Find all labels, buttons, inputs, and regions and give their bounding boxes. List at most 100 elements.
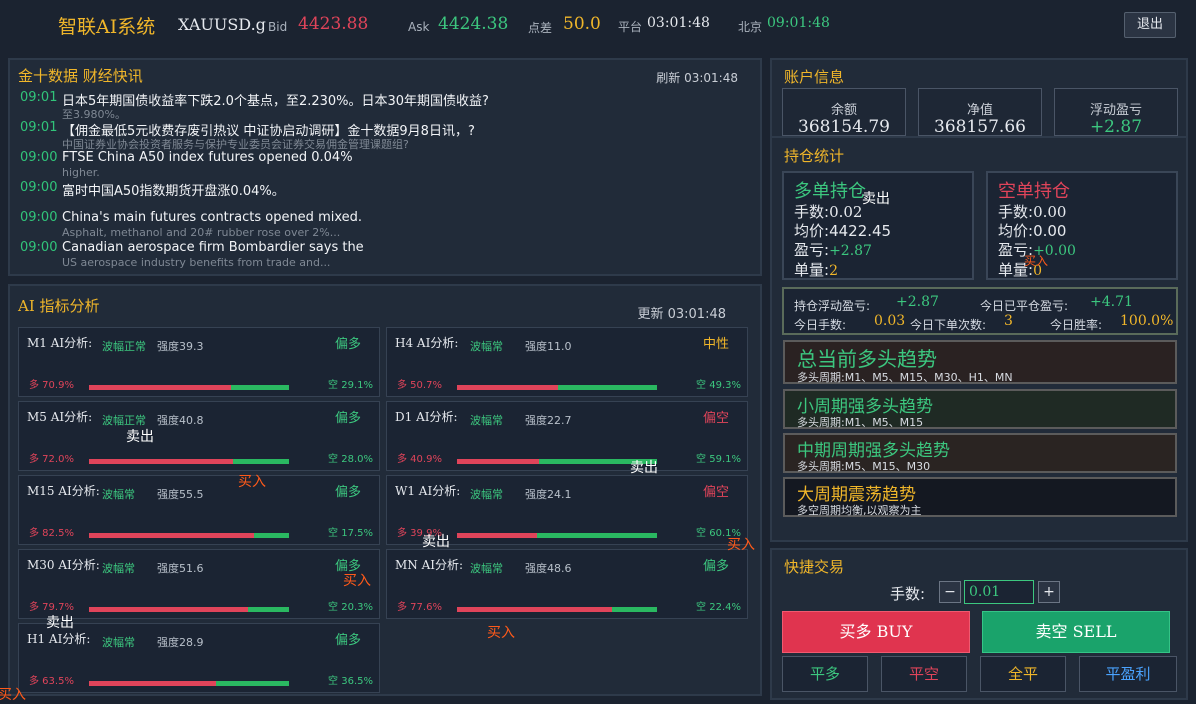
float-pnl-value: +2.87 <box>1089 117 1143 137</box>
ai-card-timeframe: H1 AI分析: <box>27 632 91 646</box>
ai-card-bias: 偏多 <box>702 559 729 574</box>
platform-label: 平台 <box>618 20 643 34</box>
buy-marker: 买入 <box>727 537 755 553</box>
ai-card-bias: 偏空 <box>702 485 729 500</box>
ai-card-strength: 强度24.1 <box>525 488 572 501</box>
float-pnl-box: 浮动盈亏 +2.87 <box>1054 88 1178 137</box>
beijing-time: 09:01:48 <box>767 15 830 31</box>
ai-card-timeframe: MN AI分析: <box>395 558 464 572</box>
ai-card-long-fill <box>457 607 613 612</box>
trend-short-term: 小周期强多头趋势 多头周期:M1、M5、M15 <box>783 389 1177 429</box>
long-avg-value: 4422.45 <box>829 222 892 240</box>
buy-marker: 买入 <box>343 573 371 589</box>
ai-card-long-pct: 多 63.5% <box>29 676 74 687</box>
short-avg-row: 均价:0.00 <box>998 220 1066 241</box>
ai-card-short-pct: 空 28.0% <box>328 454 373 465</box>
ai-card-wave: 波幅常 <box>102 562 135 575</box>
news-time: 09:00 <box>20 240 58 255</box>
bid-value: 4423.88 <box>298 14 369 34</box>
float-pnl-label: 浮动盈亏 <box>1089 103 1142 118</box>
buy-marker: 买入 <box>238 474 266 490</box>
summary-winrate-value: 100.0% <box>1120 313 1174 329</box>
ai-card-long-fill <box>89 459 233 464</box>
ai-card-timeframe: H4 AI分析: <box>395 336 459 350</box>
close-short-button[interactable]: 平空 <box>881 656 967 692</box>
sell-button[interactable]: 卖空 SELL <box>982 611 1170 653</box>
ai-card: M5 AI分析: 波幅正常 强度40.8 偏多多 72.0% 空 28.0% <box>18 401 380 471</box>
ai-card-long-pct: 多 79.7% <box>29 602 74 613</box>
positions-title: 持仓统计 <box>784 147 845 165</box>
ai-card-long-fill <box>89 607 249 612</box>
ai-card-long-pct: 多 50.7% <box>397 380 442 391</box>
news-refresh-time: 刷新 03:01:48 <box>656 71 738 85</box>
equity-value: 368157.66 <box>934 117 1026 137</box>
ai-card-short-pct: 空 20.3% <box>328 602 373 613</box>
logout-button[interactable]: 退出 <box>1124 12 1176 38</box>
ai-card-bias: 偏多 <box>334 485 361 500</box>
short-avg-label: 均价: <box>998 222 1034 240</box>
ai-card-long-fill <box>89 533 254 538</box>
ai-card-ratio-bar <box>89 533 289 538</box>
ai-card-bias: 偏多 <box>334 633 361 648</box>
spread-label: 点差 <box>528 21 553 35</box>
long-pnl-row: 盈亏:+2.87 <box>794 239 872 260</box>
sell-marker: 卖出 <box>46 615 74 631</box>
short-avg-value: 0.00 <box>1033 222 1067 240</box>
ai-card-long-fill <box>457 385 559 390</box>
ai-card-long-fill <box>89 385 231 390</box>
short-position-title: 空单持仓 <box>998 181 1070 202</box>
sell-marker: 卖出 <box>862 191 890 207</box>
ai-card-ratio-bar <box>89 607 289 612</box>
long-pnl-label: 盈亏: <box>794 241 830 259</box>
trend-long-term: 大周期震荡趋势 多空周期均衡,以观察为主 <box>783 477 1177 517</box>
buy-marker: 买入 <box>1024 254 1049 268</box>
lots-decrement-button[interactable]: − <box>939 581 961 603</box>
ai-card-wave: 波幅常 <box>470 562 503 575</box>
balance-label: 余额 <box>830 103 857 118</box>
ai-card-wave: 波幅常 <box>102 488 135 501</box>
ai-card: MN AI分析: 波幅常 强度48.6 偏多多 77.6% 空 22.4% <box>386 549 748 619</box>
app-title: 智联AI系统 <box>58 16 156 38</box>
ai-card-wave: 波幅正常 <box>102 340 146 353</box>
summary-orders-label: 今日下单次数: <box>910 318 987 332</box>
ai-card-long-fill <box>457 459 539 464</box>
ai-card-ratio-bar <box>89 459 289 464</box>
trend-long-term-periods: 多空周期均衡,以观察为主 <box>797 504 922 517</box>
trend-short-term-periods: 多头周期:M1、M5、M15 <box>797 416 924 429</box>
trend-overall: 总当前多头趋势 多头周期:M1、M5、M15、M30、H1、MN <box>783 340 1177 384</box>
ai-card-short-pct: 空 59.1% <box>696 454 741 465</box>
close-profit-button[interactable]: 平盈利 <box>1079 656 1177 692</box>
lots-increment-button[interactable]: + <box>1038 581 1060 603</box>
short-lots-value: 0.00 <box>1033 203 1067 221</box>
ai-card-long-fill <box>89 681 216 686</box>
ai-card-short-pct: 空 36.5% <box>328 676 373 687</box>
ai-card-bias: 偏多 <box>334 337 361 352</box>
balance-box: 余额 368154.79 <box>782 88 906 137</box>
ai-card-wave: 波幅常 <box>470 488 503 501</box>
buy-marker: 买入 <box>0 687 26 703</box>
ai-card-strength: 强度40.8 <box>157 414 204 427</box>
close-all-button[interactable]: 全平 <box>980 656 1066 692</box>
news-time: 09:00 <box>20 150 58 165</box>
news-headline: China's main futures contracts opened mi… <box>62 210 363 225</box>
summary-orders-value: 3 <box>1004 313 1013 329</box>
long-avg-label: 均价: <box>794 222 830 240</box>
trend-overall-periods: 多头周期:M1、M5、M15、M30、H1、MN <box>797 371 1013 384</box>
summary-winrate-label: 今日胜率: <box>1050 318 1103 332</box>
ai-card-long-pct: 多 72.0% <box>29 454 74 465</box>
long-count-value: 2 <box>829 263 838 279</box>
summary-closed-label: 今日已平仓盈亏: <box>980 299 1069 313</box>
summary-closed-value: +4.71 <box>1090 294 1133 310</box>
news-headline: 日本5年期国债收益率下跌2.0个基点，至2.230%。日本30年期国债收益? <box>62 94 489 109</box>
ai-card-strength: 强度39.3 <box>157 340 204 353</box>
trend-overall-title: 总当前多头趋势 <box>797 347 937 371</box>
ask-value: 4424.38 <box>438 14 509 34</box>
ai-card-ratio-bar <box>457 385 657 390</box>
platform-time: 03:01:48 <box>647 15 710 31</box>
close-long-button[interactable]: 平多 <box>782 656 868 692</box>
lots-input[interactable] <box>964 580 1034 604</box>
ai-card: M1 AI分析: 波幅正常 强度39.3 偏多多 70.9% 空 29.1% <box>18 327 380 397</box>
buy-button[interactable]: 买多 BUY <box>782 611 970 653</box>
summary-float-row: 持仓浮动盈亏: <box>794 297 870 314</box>
ai-card-timeframe: M30 AI分析: <box>27 558 100 572</box>
